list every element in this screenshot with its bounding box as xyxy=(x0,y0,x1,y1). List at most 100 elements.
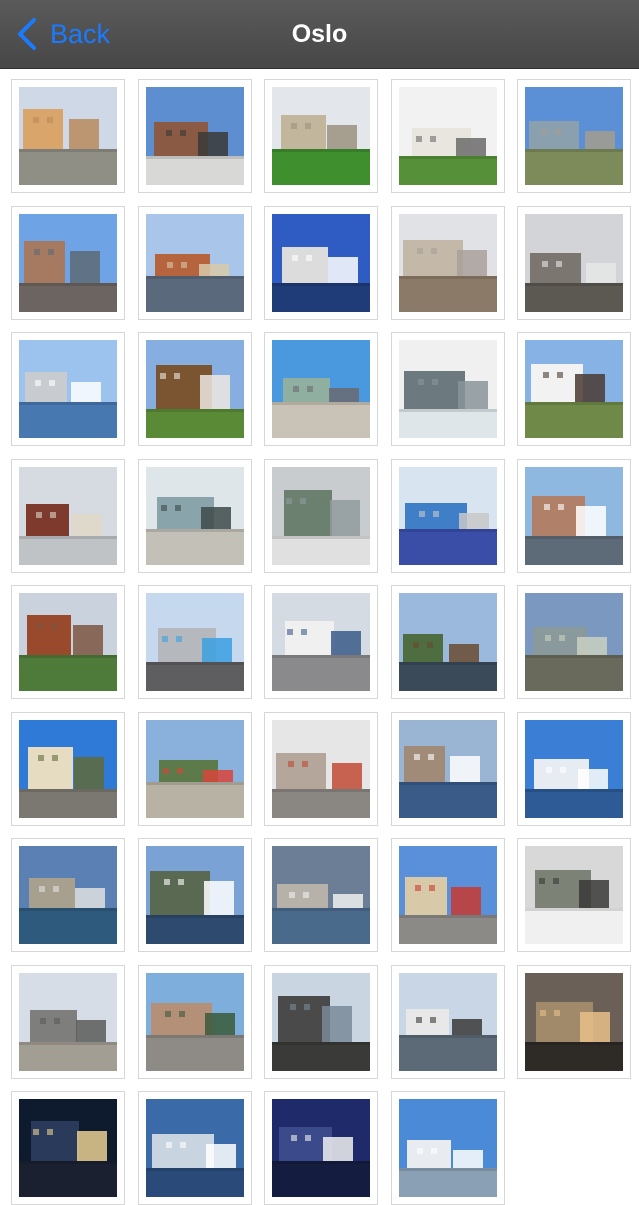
photo-thumbnail[interactable] xyxy=(264,205,378,320)
photo-thumbnail[interactable] xyxy=(138,79,252,193)
fortress-field-image xyxy=(525,87,623,185)
chevron-left-icon xyxy=(18,18,36,50)
photo-image xyxy=(19,213,117,312)
photo-image xyxy=(19,719,117,818)
harbor-ferry-image xyxy=(399,719,497,818)
photo-thumbnail[interactable] xyxy=(11,838,125,952)
photo-thumbnail[interactable] xyxy=(517,711,631,826)
photo-thumbnail[interactable] xyxy=(517,838,631,952)
city-hall-towers-image xyxy=(19,593,117,691)
cruise-ship-pier-image xyxy=(272,593,370,691)
photo-thumbnail[interactable] xyxy=(391,585,505,699)
photo-image xyxy=(146,593,244,691)
cruise-ship-aerial-image xyxy=(146,846,244,944)
photo-thumbnail[interactable] xyxy=(517,332,631,446)
photo-image xyxy=(272,466,370,565)
aerial-peninsula-image xyxy=(19,846,117,944)
photo-thumbnail[interactable] xyxy=(391,838,505,952)
photo-image xyxy=(525,87,623,185)
photo-image xyxy=(146,972,244,1071)
sculpture-plaza-image xyxy=(272,340,370,438)
photo-image xyxy=(272,1099,370,1197)
photo-image xyxy=(272,340,370,438)
photo-thumbnail[interactable] xyxy=(264,332,378,446)
night-city-image xyxy=(19,1099,117,1197)
photo-thumbnail[interactable] xyxy=(264,585,378,699)
photo-image xyxy=(146,846,244,944)
city-hall-statue-image xyxy=(146,87,244,185)
photo-thumbnail[interactable] xyxy=(517,79,631,193)
photo-thumbnail[interactable] xyxy=(11,79,125,193)
photo-thumbnail[interactable] xyxy=(264,458,378,573)
photo-image xyxy=(399,87,497,185)
photo-image xyxy=(19,340,117,438)
photo-thumbnail[interactable] xyxy=(391,332,505,446)
photo-thumbnail[interactable] xyxy=(11,1091,125,1205)
photo-image xyxy=(525,593,623,691)
photo-thumbnail[interactable] xyxy=(391,458,505,573)
tram-street-image xyxy=(146,593,244,691)
photo-thumbnail[interactable] xyxy=(517,458,631,573)
photo-grid xyxy=(0,68,639,1205)
photo-image xyxy=(272,719,370,818)
photo-thumbnail[interactable] xyxy=(264,79,378,193)
opera-house-water-image xyxy=(272,213,370,312)
photo-thumbnail[interactable] xyxy=(138,964,252,1079)
city-panorama-image xyxy=(399,213,497,312)
ski-jump-view-image xyxy=(399,340,497,438)
palace-crowd-image xyxy=(399,846,497,944)
monolith-sculpture-image xyxy=(19,972,117,1071)
photo-thumbnail[interactable] xyxy=(138,1091,252,1205)
photo-image xyxy=(272,972,370,1071)
photo-image xyxy=(399,466,497,565)
photo-thumbnail[interactable] xyxy=(264,1091,378,1205)
photo-thumbnail[interactable] xyxy=(11,205,125,320)
photo-thumbnail[interactable] xyxy=(138,458,252,573)
photo-image xyxy=(19,1099,117,1197)
photo-image xyxy=(399,846,497,944)
photo-image xyxy=(146,1099,244,1197)
photo-thumbnail[interactable] xyxy=(264,838,378,952)
back-button-label: Back xyxy=(50,18,111,49)
back-button[interactable]: Back xyxy=(14,14,110,54)
photo-thumbnail[interactable] xyxy=(138,585,252,699)
photo-thumbnail[interactable] xyxy=(517,205,631,320)
marina-city-image xyxy=(525,466,623,565)
opera-roof-water-image xyxy=(399,972,497,1071)
photo-thumbnail[interactable] xyxy=(391,1091,505,1205)
photo-image xyxy=(146,213,244,312)
photo-image xyxy=(525,719,623,818)
photo-image xyxy=(19,593,117,691)
photo-image xyxy=(399,972,497,1071)
photo-thumbnail[interactable] xyxy=(11,964,125,1079)
park-crowd-image xyxy=(146,719,244,818)
photo-thumbnail[interactable] xyxy=(11,458,125,573)
glass-tower-image xyxy=(525,593,623,691)
royal-palace-image xyxy=(19,719,117,818)
photo-image xyxy=(19,846,117,944)
photo-thumbnail[interactable] xyxy=(391,964,505,1079)
photo-thumbnail[interactable] xyxy=(138,711,252,826)
photo-thumbnail[interactable] xyxy=(138,205,252,320)
photo-image xyxy=(146,340,244,438)
photo-thumbnail[interactable] xyxy=(11,711,125,826)
photo-thumbnail[interactable] xyxy=(391,205,505,320)
photo-thumbnail[interactable] xyxy=(391,711,505,826)
photo-thumbnail[interactable] xyxy=(517,585,631,699)
photo-thumbnail[interactable] xyxy=(11,585,125,699)
photo-image xyxy=(525,340,623,438)
photo-thumbnail[interactable] xyxy=(264,711,378,826)
photo-thumbnail[interactable] xyxy=(138,332,252,446)
photo-image xyxy=(272,213,370,312)
photo-image xyxy=(146,466,244,565)
photo-thumbnail[interactable] xyxy=(138,838,252,952)
photo-image xyxy=(272,846,370,944)
photo-image xyxy=(525,466,623,565)
photo-thumbnail[interactable] xyxy=(517,964,631,1079)
photo-thumbnail[interactable] xyxy=(391,79,505,193)
harbor-boats-image xyxy=(19,340,117,438)
photo-image xyxy=(272,87,370,185)
photo-thumbnail[interactable] xyxy=(11,332,125,446)
photo-thumbnail[interactable] xyxy=(264,964,378,1079)
photo-image xyxy=(399,1099,497,1197)
